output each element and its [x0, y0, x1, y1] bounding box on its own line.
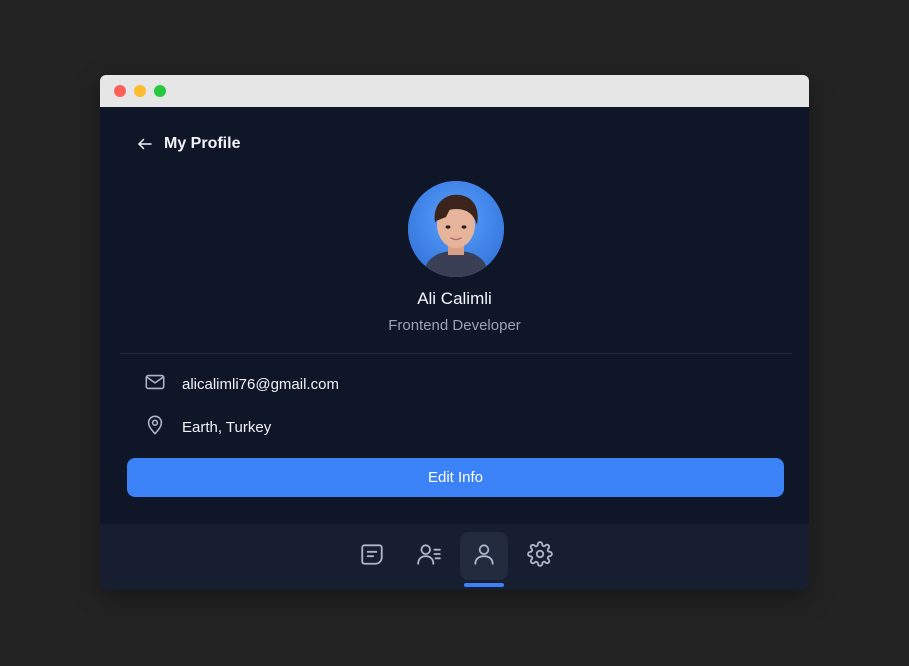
map-pin-icon: [144, 414, 166, 441]
location-row: Earth, Turkey: [144, 414, 271, 441]
profile-name: Ali Calimli: [417, 289, 492, 308]
minimize-window-button[interactable]: [134, 85, 146, 97]
nav-profile[interactable]: [460, 532, 508, 580]
arrow-left-icon[interactable]: [136, 135, 154, 153]
edit-info-button[interactable]: Edit Info: [127, 458, 784, 497]
profile-panel: My Profile Ali Calimli Frontend Develope…: [100, 107, 809, 524]
nav-contacts[interactable]: [405, 532, 453, 580]
app-window: My Profile Ali Calimli Frontend Develope…: [100, 75, 809, 590]
bottom-nav: [100, 524, 809, 590]
nav-settings[interactable]: [516, 532, 564, 580]
settings-icon: [527, 540, 553, 572]
mail-icon: [144, 371, 166, 398]
email-row: alicalimli76@gmail.com: [144, 371, 339, 398]
close-window-button[interactable]: [114, 85, 126, 97]
active-nav-indicator: [464, 583, 504, 587]
profile-icon: [471, 541, 497, 572]
email-value: alicalimli76@gmail.com: [182, 376, 339, 393]
avatar: [408, 181, 504, 277]
maximize-window-button[interactable]: [154, 85, 166, 97]
title-bar: [100, 75, 809, 107]
page-title: My Profile: [164, 135, 241, 152]
location-value: Earth, Turkey: [182, 419, 272, 436]
chat-icon: [359, 541, 385, 572]
divider: [120, 353, 792, 354]
nav-chat[interactable]: [348, 532, 396, 580]
profile-role: Frontend Developer: [388, 317, 521, 334]
profile-header: My Profile: [136, 135, 240, 153]
contacts-icon: [416, 541, 442, 572]
